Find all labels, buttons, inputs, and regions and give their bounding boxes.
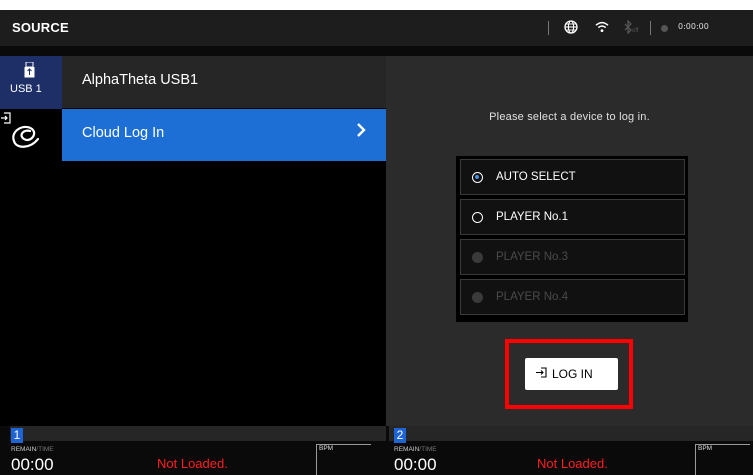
cloud-login-icon: [1, 112, 40, 148]
deck-2-status: 2 REMAIN/TIME 00:00 Not Loaded. BPM: [389, 426, 753, 475]
device-option-player-4: PLAYER No.4: [460, 279, 685, 315]
device-option-label: PLAYER No.3: [496, 251, 569, 263]
bpm-label: BPM: [319, 445, 334, 452]
remain-label: REMAIN: [394, 446, 420, 453]
header-divider: [548, 21, 549, 35]
clock: 0:00:00: [678, 22, 709, 31]
deck-load-status: Not Loaded.: [537, 456, 608, 471]
deck-topbar: [10, 426, 386, 441]
source-list: AlphaTheta USB1 Cloud Log In: [62, 56, 386, 426]
source-item-cloud-login[interactable]: Cloud Log In: [62, 109, 386, 161]
page-title: SOURCE: [12, 20, 69, 35]
time-readout: 00:00: [394, 455, 437, 474]
device-option-auto-select[interactable]: AUTO SELECT: [460, 159, 685, 195]
usb1-label: USB 1: [10, 83, 42, 95]
header-bar: SOURCE off 0:00:00: [0, 10, 753, 46]
device-option-player-3: PLAYER No.3: [460, 239, 685, 275]
source-item-label: AlphaTheta USB1: [82, 72, 199, 88]
remain-time-label: REMAIN/TIME: [394, 446, 437, 453]
login-button[interactable]: LOG IN: [525, 358, 618, 390]
usb1-tab[interactable]: USB 1: [0, 56, 62, 109]
radio-icon: [472, 212, 483, 223]
header-divider: [650, 21, 651, 35]
deck-number: 1: [11, 428, 23, 443]
remain-time-label: REMAIN/TIME: [11, 446, 54, 453]
globe-icon: [564, 18, 578, 38]
time-label: TIME: [421, 446, 437, 453]
time-readout: 00:00: [11, 455, 54, 474]
wifi-icon: [595, 18, 609, 37]
device-list: AUTO SELECT PLAYER No.1 PLAYER No.3 PLAY…: [456, 156, 688, 322]
device-option-label: PLAYER No.1: [496, 211, 569, 223]
device-option-label: PLAYER No.4: [496, 291, 569, 303]
status-dot: [661, 25, 668, 32]
deck-topbar: [389, 426, 753, 441]
login-panel: Please select a device to log in. AUTO S…: [386, 56, 753, 426]
radio-disabled-icon: [472, 292, 483, 303]
bpm-box: BPM: [316, 444, 371, 475]
source-icon-column: USB 1: [0, 56, 62, 426]
time-label: TIME: [38, 446, 54, 453]
bluetooth-state: off: [632, 28, 639, 34]
deck-load-status: Not Loaded.: [157, 456, 228, 471]
radio-disabled-icon: [472, 252, 483, 263]
deck-number: 2: [394, 428, 406, 443]
cdj-screen: SOURCE off 0:00:00 USB 1 AlphaTheta USB1…: [0, 10, 753, 475]
radio-selected-icon: [472, 172, 483, 183]
login-button-label: LOG IN: [552, 367, 593, 381]
usb-drive-icon: [24, 62, 35, 78]
cloud-tab[interactable]: [0, 109, 62, 162]
device-option-player-1[interactable]: PLAYER No.1: [460, 199, 685, 235]
login-icon: [535, 367, 547, 381]
bpm-label: BPM: [698, 445, 713, 452]
chevron-right-icon: [356, 122, 366, 143]
remain-label: REMAIN: [11, 446, 37, 453]
deck-1-status: 1 REMAIN/TIME 00:00 Not Loaded. BPM: [10, 426, 386, 475]
bpm-box: BPM: [695, 444, 750, 475]
device-option-label: AUTO SELECT: [496, 171, 576, 183]
source-item-label: Cloud Log In: [82, 125, 165, 141]
source-item-usb1[interactable]: AlphaTheta USB1: [62, 56, 386, 108]
login-prompt: Please select a device to log in.: [489, 111, 650, 123]
